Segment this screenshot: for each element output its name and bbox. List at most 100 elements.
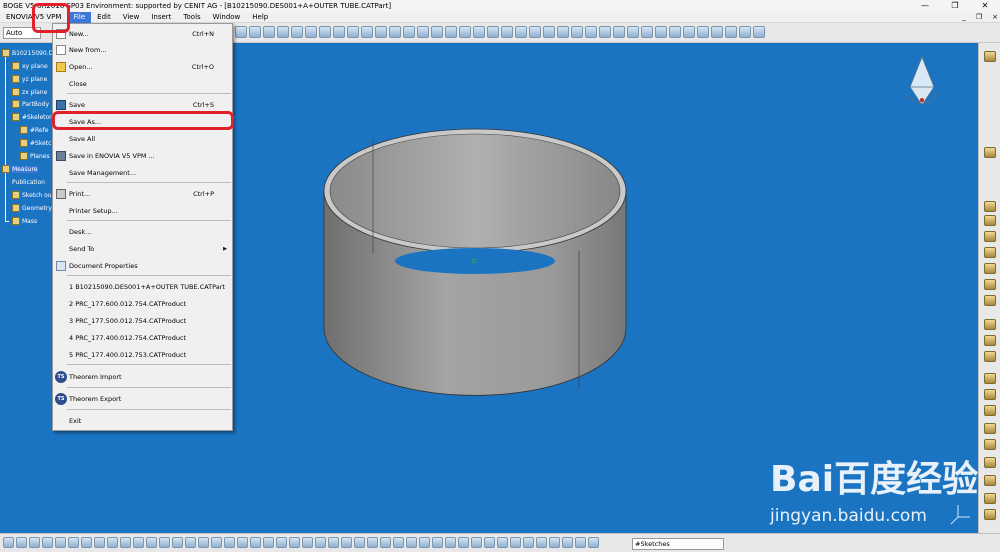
tree-item-zx-plane[interactable]: zx plane xyxy=(12,87,47,97)
menu-item-theorem-import[interactable]: TS Theorem Import xyxy=(53,370,232,384)
tool-icon[interactable] xyxy=(81,537,92,548)
maximize-button[interactable]: ❐ xyxy=(940,0,970,12)
tool-icon[interactable] xyxy=(536,537,547,548)
tool-icon[interactable] xyxy=(669,26,681,38)
tool-icon[interactable] xyxy=(375,26,387,38)
tool-icon[interactable] xyxy=(249,26,261,38)
menu-item-save[interactable]: Save Ctrl+S xyxy=(53,98,232,112)
tool-icon[interactable] xyxy=(328,537,339,548)
tool-icon[interactable] xyxy=(235,26,247,38)
tool-icon[interactable] xyxy=(406,537,417,548)
tool-icon[interactable] xyxy=(302,537,313,548)
menu-item-recent-5[interactable]: 5 PRC_177.400.012.753.CATProduct xyxy=(53,348,232,362)
tree-item-mass[interactable]: Mass xyxy=(12,216,37,226)
tool-icon[interactable] xyxy=(172,537,183,548)
tool-icon[interactable] xyxy=(984,423,996,434)
tool-icon[interactable] xyxy=(543,26,555,38)
tool-icon[interactable] xyxy=(984,335,996,346)
tree-item-sketch-output[interactable]: Sketch ou xyxy=(12,190,52,200)
tool-icon[interactable] xyxy=(16,537,27,548)
menu-item-recent-4[interactable]: 4 PRC_177.400.012.754.CATProduct xyxy=(53,331,232,345)
tool-icon[interactable] xyxy=(94,537,105,548)
tool-icon[interactable] xyxy=(497,537,508,548)
tool-icon[interactable] xyxy=(739,26,751,38)
tool-icon[interactable] xyxy=(562,537,573,548)
tree-item-publication[interactable]: Publication xyxy=(12,177,45,187)
tree-item-measure[interactable]: Measure xyxy=(2,164,38,174)
tool-icon[interactable] xyxy=(585,26,597,38)
tool-icon[interactable] xyxy=(984,389,996,400)
menu-item-new[interactable]: New... Ctrl+N xyxy=(53,27,232,41)
tool-icon[interactable] xyxy=(380,537,391,548)
tool-icon[interactable] xyxy=(291,26,303,38)
tree-item-yz-plane[interactable]: yz plane xyxy=(12,74,47,84)
tree-item-references[interactable]: #Refe xyxy=(20,125,48,135)
doc-close-button[interactable]: × xyxy=(992,12,998,23)
menu-item-recent-2[interactable]: 2 PRC_177.600.012.754.CATProduct xyxy=(53,297,232,311)
tool-icon[interactable] xyxy=(333,26,345,38)
tool-icon[interactable] xyxy=(277,26,289,38)
tool-icon[interactable] xyxy=(403,26,415,38)
tool-icon[interactable] xyxy=(725,26,737,38)
tool-icon[interactable] xyxy=(984,279,996,290)
tool-icon[interactable] xyxy=(445,26,457,38)
tool-icon[interactable] xyxy=(159,537,170,548)
tool-icon[interactable] xyxy=(198,537,209,548)
tool-icon[interactable] xyxy=(393,537,404,548)
tool-icon[interactable] xyxy=(571,26,583,38)
menu-file[interactable]: File xyxy=(67,11,92,23)
tool-icon[interactable] xyxy=(263,537,274,548)
tool-icon[interactable] xyxy=(432,537,443,548)
tool-icon[interactable] xyxy=(501,26,513,38)
tool-icon[interactable] xyxy=(417,26,429,38)
menu-item-document-properties[interactable]: Document Properties xyxy=(53,259,232,273)
tool-icon[interactable] xyxy=(549,537,560,548)
tool-icon[interactable] xyxy=(984,351,996,362)
tool-icon[interactable] xyxy=(459,26,471,38)
tool-icon[interactable] xyxy=(341,537,352,548)
menu-item-recent-1[interactable]: 1 B10215090.DES001+A+OUTER TUBE.CATPart xyxy=(53,280,232,294)
tool-icon[interactable] xyxy=(237,537,248,548)
tool-icon[interactable] xyxy=(984,215,996,226)
tool-icon[interactable] xyxy=(984,263,996,274)
tool-icon[interactable] xyxy=(484,537,495,548)
tool-icon[interactable] xyxy=(984,319,996,330)
tool-icon[interactable] xyxy=(655,26,667,38)
tool-icon[interactable] xyxy=(575,537,586,548)
tool-icon[interactable] xyxy=(984,51,996,62)
tool-icon[interactable] xyxy=(683,26,695,38)
minimize-button[interactable]: — xyxy=(910,0,940,12)
tool-icon[interactable] xyxy=(984,439,996,450)
tool-icon[interactable] xyxy=(361,26,373,38)
tool-icon[interactable] xyxy=(55,537,66,548)
tool-icon[interactable] xyxy=(984,373,996,384)
tool-icon[interactable] xyxy=(557,26,569,38)
tool-icon[interactable] xyxy=(697,26,709,38)
tool-icon[interactable] xyxy=(984,147,996,158)
tool-icon[interactable] xyxy=(250,537,261,548)
menu-item-exit[interactable]: Exit xyxy=(53,414,232,428)
tool-icon[interactable] xyxy=(347,26,359,38)
menu-item-save-all[interactable]: Save All xyxy=(53,132,232,146)
tool-icon[interactable] xyxy=(431,26,443,38)
tool-icon[interactable] xyxy=(613,26,625,38)
tool-icon[interactable] xyxy=(68,537,79,548)
menu-item-printer-setup[interactable]: Printer Setup... xyxy=(53,204,232,218)
tool-icon[interactable] xyxy=(224,537,235,548)
menu-item-theorem-export[interactable]: TS Theorem Export xyxy=(53,392,232,406)
doc-minimize-button[interactable]: _ xyxy=(962,12,966,23)
tool-icon[interactable] xyxy=(599,26,611,38)
tool-icon[interactable] xyxy=(3,537,14,548)
tool-icon[interactable] xyxy=(753,26,765,38)
tool-icon[interactable] xyxy=(367,537,378,548)
tool-icon[interactable] xyxy=(211,537,222,548)
tree-item-geometry-output[interactable]: Geometry o xyxy=(12,203,58,213)
tool-icon[interactable] xyxy=(305,26,317,38)
tool-icon[interactable] xyxy=(389,26,401,38)
tool-icon[interactable] xyxy=(319,26,331,38)
tool-icon[interactable] xyxy=(133,537,144,548)
tool-icon[interactable] xyxy=(107,537,118,548)
tool-icon[interactable] xyxy=(354,537,365,548)
tool-icon[interactable] xyxy=(984,295,996,306)
menu-insert[interactable]: Insert xyxy=(145,12,177,23)
